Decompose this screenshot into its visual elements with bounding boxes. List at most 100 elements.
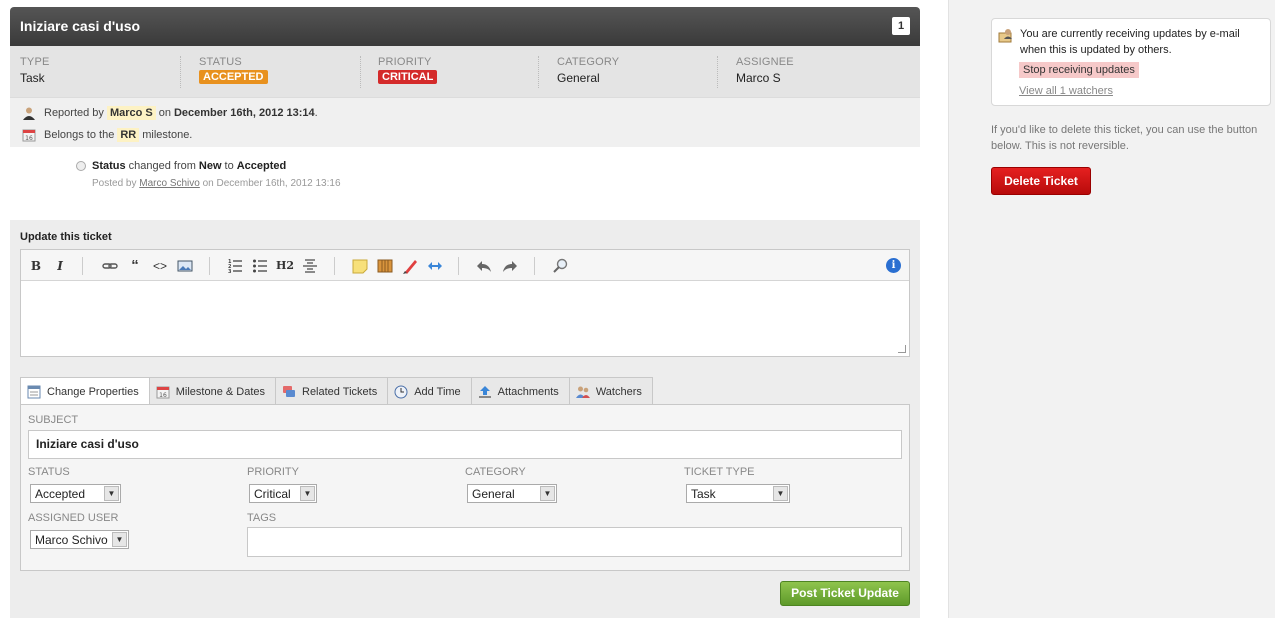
prop-type: TYPE Task	[20, 56, 50, 85]
calendar-icon: 16	[156, 386, 170, 399]
tab-label: Milestone & Dates	[175, 385, 265, 398]
divider	[458, 257, 459, 275]
posted-on: on December 16th, 2012 13:16	[202, 178, 341, 189]
ticket-number: 1	[892, 17, 910, 35]
code-button[interactable]: <>	[152, 258, 168, 274]
reported-date: December 16th, 2012 13:14	[173, 107, 315, 119]
reported-suffix: .	[314, 107, 318, 119]
ticket-type-select-value: Task	[691, 486, 716, 501]
divider	[717, 56, 718, 88]
ticket-main: Iniziare casi d'uso 1 TYPE Task STATUS A…	[10, 7, 920, 147]
resize-horizontal-icon[interactable]	[427, 258, 443, 274]
bullet-list-icon[interactable]	[252, 258, 268, 274]
heading-button[interactable]: H2	[275, 258, 295, 274]
ordered-list-icon[interactable]: 123	[227, 258, 243, 275]
subject-label: SUBJECT	[28, 414, 79, 426]
bold-button[interactable]: B	[28, 258, 44, 274]
reporter-name[interactable]: Marco S	[106, 106, 156, 120]
category-select-value: General	[472, 486, 515, 501]
author-link[interactable]: Marco Schivo	[139, 178, 200, 189]
on-word: on	[158, 107, 171, 119]
link-icon[interactable]	[102, 258, 118, 274]
users-icon	[575, 386, 590, 398]
properties-icon	[27, 385, 41, 399]
strikethrough-icon[interactable]	[302, 258, 318, 274]
tags-input[interactable]	[247, 527, 902, 557]
history-changed-from: changed from	[128, 160, 196, 172]
watch-user-icon	[998, 29, 1012, 43]
tab-related-tickets[interactable]: Related Tickets	[275, 377, 389, 405]
delete-ticket-button[interactable]: Delete Ticket	[991, 167, 1091, 195]
tab-label: Attachments	[497, 385, 559, 398]
calendar-icon: 16	[22, 129, 36, 142]
status-select[interactable]: Accepted ▼	[30, 484, 121, 503]
tab-attachments[interactable]: Attachments	[470, 377, 570, 405]
svg-text:16: 16	[159, 392, 167, 399]
chevron-down-icon: ▼	[540, 486, 555, 501]
info-icon[interactable]: i	[886, 258, 901, 273]
reported-line: Reported by Marco S on December 16th, 20…	[22, 106, 318, 120]
status-badge: ACCEPTED	[199, 70, 268, 84]
chevron-down-icon: ▼	[104, 486, 119, 501]
history-to: to	[224, 160, 234, 172]
subject-input[interactable]: Iniziare casi d'uso	[28, 430, 902, 459]
reported-prefix: Reported by	[44, 107, 104, 119]
priority-select[interactable]: Critical ▼	[249, 484, 317, 503]
belongs-suffix: milestone.	[142, 129, 193, 141]
quote-button[interactable]: “	[127, 258, 143, 274]
undo-icon[interactable]	[476, 258, 492, 274]
chevron-down-icon: ▼	[112, 532, 127, 547]
prop-status: STATUS ACCEPTED	[199, 56, 268, 84]
clock-icon	[394, 385, 408, 398]
post-ticket-update-button[interactable]: Post Ticket Update	[780, 581, 910, 606]
redo-icon[interactable]	[502, 258, 518, 274]
history-old-value: New	[198, 160, 222, 172]
assigned-user-select-value: Marco Schivo	[35, 532, 108, 547]
history-new-value: Accepted	[236, 160, 287, 172]
table-icon[interactable]	[377, 258, 393, 274]
tab-change-properties[interactable]: Change Properties	[20, 377, 150, 406]
update-heading: Update this ticket	[20, 231, 112, 243]
chevron-down-icon: ▼	[773, 486, 788, 501]
priority-label: PRIORITY	[247, 466, 299, 478]
ticket-properties: TYPE Task STATUS ACCEPTED PRIORITY CRITI…	[10, 46, 920, 97]
user-icon	[23, 107, 35, 120]
divider	[180, 56, 181, 88]
tab-milestone-dates[interactable]: 16 Milestone & Dates	[148, 377, 276, 405]
prop-value: Marco S	[736, 71, 781, 85]
priority-badge: CRITICAL	[378, 70, 438, 84]
category-label: CATEGORY	[465, 466, 526, 478]
milestone-name[interactable]: RR	[117, 128, 140, 142]
ticket-type-select[interactable]: Task ▼	[686, 484, 790, 503]
prop-label: PRIORITY	[378, 56, 432, 68]
view-watchers-link[interactable]: View all 1 watchers	[1019, 85, 1113, 97]
prop-value: Task	[20, 71, 45, 85]
resize-handle[interactable]	[898, 345, 906, 353]
status-label: STATUS	[28, 466, 70, 478]
divider	[360, 56, 361, 88]
update-panel: Update this ticket B I “ <> 123 H2 i Cha…	[10, 220, 920, 618]
milestone-line: 16 Belongs to the RR milestone.	[22, 128, 192, 142]
prop-assignee: ASSIGNEE Marco S	[736, 56, 794, 85]
italic-button[interactable]: I	[52, 258, 68, 274]
sidebar: You are currently receiving updates by e…	[948, 0, 1275, 618]
tab-label: Watchers	[595, 385, 642, 398]
delete-note: If you'd like to delete this ticket, you…	[991, 124, 1258, 152]
history-change: Status changed from New to Accepted	[76, 160, 341, 172]
prop-priority: PRIORITY CRITICAL	[378, 56, 438, 84]
history-field: Status	[92, 160, 126, 172]
image-icon[interactable]	[177, 258, 193, 274]
stop-receiving-updates-button[interactable]: Stop receiving updates	[1019, 62, 1139, 78]
divider	[334, 257, 335, 275]
svg-text:3: 3	[228, 269, 232, 274]
tab-label: Add Time	[414, 385, 461, 398]
tab-add-time[interactable]: Add Time	[387, 377, 472, 405]
history-entry: Status changed from New to Accepted Post…	[76, 160, 341, 189]
note-icon[interactable]	[352, 258, 368, 274]
tab-watchers[interactable]: Watchers	[568, 377, 653, 405]
tab-label: Change Properties	[47, 386, 139, 398]
assigned-user-select[interactable]: Marco Schivo ▼	[30, 530, 129, 549]
highlight-icon[interactable]	[402, 258, 418, 274]
category-select[interactable]: General ▼	[467, 484, 557, 503]
preview-icon[interactable]	[552, 258, 568, 274]
